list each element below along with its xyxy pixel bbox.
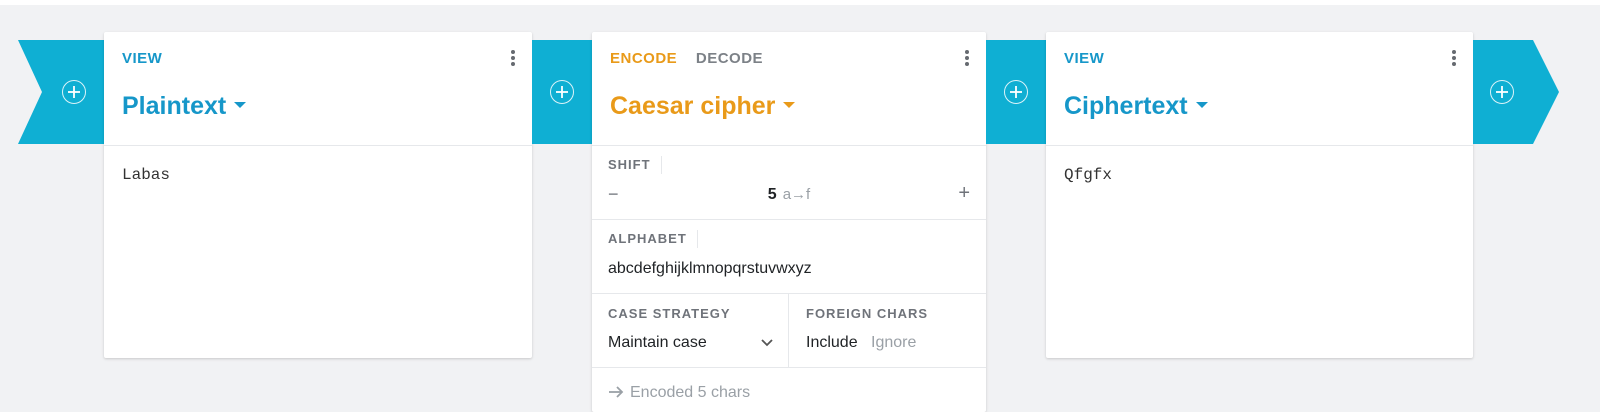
brick-title-text: Ciphertext <box>1064 92 1188 120</box>
card-header: ENCODE DECODE Caesar cipher <box>592 32 986 146</box>
shift-field: SHIFT − 5 a→f + <box>592 146 986 220</box>
kebab-menu-icon[interactable] <box>962 48 972 68</box>
brick-title[interactable]: Caesar cipher <box>610 92 796 121</box>
alphabet-label: ALPHABET <box>608 231 687 246</box>
ciphertext-card: VIEW Ciphertext Qfgfx <box>1046 32 1473 358</box>
foreign-chars-ignore-option[interactable]: Ignore <box>871 334 916 352</box>
mode-tabs: ENCODE DECODE <box>610 50 777 67</box>
shift-label: SHIFT <box>608 157 651 172</box>
add-chain-arrow-left[interactable] <box>18 40 104 144</box>
card-header: VIEW Plaintext <box>104 32 532 146</box>
status-footer: Encoded 5 chars <box>608 384 750 402</box>
card-header: VIEW Ciphertext <box>1046 32 1473 146</box>
plus-icon[interactable] <box>550 80 574 104</box>
view-label-row: VIEW <box>122 50 176 67</box>
case-foreign-row: CASE STRATEGY Maintain case FOREIGN CHAR… <box>592 294 986 368</box>
shift-value-group[interactable]: 5 a→f <box>592 186 986 204</box>
brick-title-text: Plaintext <box>122 92 227 120</box>
view-label-row: VIEW <box>1064 50 1118 67</box>
case-strategy-label: CASE STRATEGY <box>608 306 731 321</box>
status-bar: Encoded 5 chars <box>592 368 986 412</box>
view-tab[interactable]: VIEW <box>1064 50 1104 67</box>
case-strategy-field: CASE STRATEGY Maintain case <box>592 294 789 368</box>
top-bar <box>0 0 1600 5</box>
alphabet-field: ALPHABET abcdefghijklmnopqrstuvwxyz <box>592 220 986 294</box>
alphabet-input[interactable]: abcdefghijklmnopqrstuvwxyz <box>608 260 812 278</box>
add-chain-arrow-right[interactable] <box>1473 40 1559 144</box>
ciphertext-content[interactable]: Qfgfx <box>1046 146 1473 204</box>
shift-mapping: a→f <box>782 186 811 203</box>
status-text: Encoded 5 chars <box>630 384 751 401</box>
plus-icon[interactable] <box>1004 80 1028 104</box>
encode-tab[interactable]: ENCODE <box>610 50 677 67</box>
case-strategy-value: Maintain case <box>608 334 707 351</box>
decode-tab[interactable]: DECODE <box>696 50 763 67</box>
caret-down-icon <box>783 102 796 109</box>
plaintext-content[interactable]: Labas <box>104 146 532 204</box>
arrow-right-icon <box>609 386 624 398</box>
plus-icon[interactable] <box>62 80 86 104</box>
foreign-chars-field: FOREIGN CHARS Include Ignore <box>789 294 986 368</box>
brick-title[interactable]: Ciphertext <box>1064 92 1208 121</box>
caret-down-icon <box>1195 102 1208 109</box>
shift-increment-button[interactable]: + <box>958 182 970 205</box>
shift-label-wrap: SHIFT <box>608 156 662 174</box>
case-strategy-select[interactable]: Maintain case <box>608 334 774 352</box>
plus-icon[interactable] <box>1490 80 1514 104</box>
kebab-menu-icon[interactable] <box>508 48 518 68</box>
shift-value: 5 <box>767 186 777 203</box>
view-tab[interactable]: VIEW <box>122 50 162 67</box>
kebab-menu-icon[interactable] <box>1449 48 1459 68</box>
caesar-cipher-card: ENCODE DECODE Caesar cipher SHIFT − 5 a→f… <box>592 32 986 412</box>
brick-title-text: Caesar cipher <box>610 92 776 120</box>
alphabet-label-wrap: ALPHABET <box>608 230 698 248</box>
foreign-chars-include-option[interactable]: Include <box>806 334 858 352</box>
plaintext-card: VIEW Plaintext Labas <box>104 32 532 358</box>
caret-down-icon <box>234 102 247 109</box>
foreign-chars-label: FOREIGN CHARS <box>806 306 929 321</box>
chevron-down-icon <box>761 339 773 347</box>
brick-title[interactable]: Plaintext <box>122 92 247 121</box>
